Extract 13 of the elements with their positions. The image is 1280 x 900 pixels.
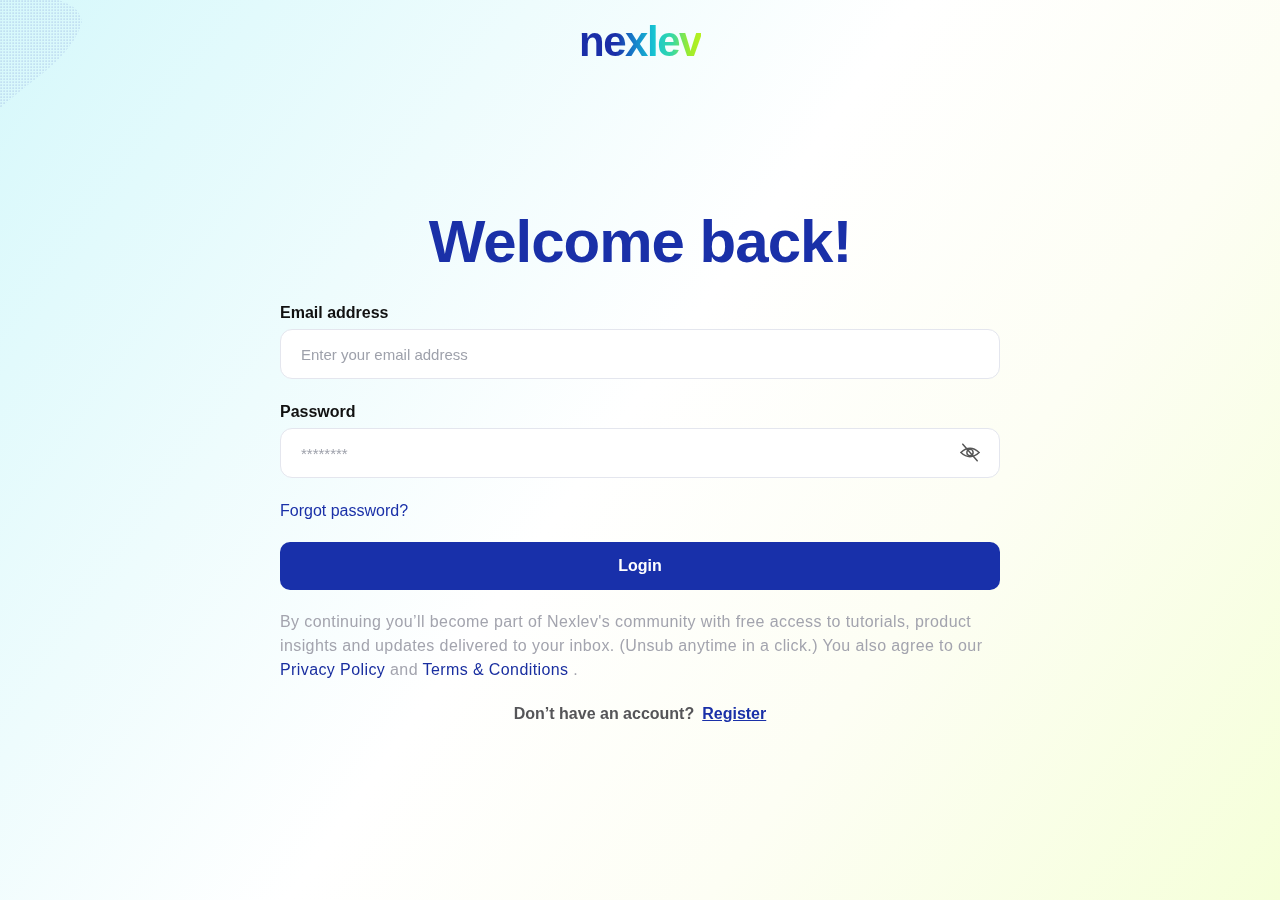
page-heading: Welcome back! <box>428 207 852 277</box>
register-link[interactable]: Register <box>702 703 767 725</box>
forgot-password-link[interactable]: Forgot password? <box>280 500 409 522</box>
register-prompt: Don’t have an account? <box>513 704 695 724</box>
email-field[interactable]: Enter your email address <box>280 329 1000 379</box>
policy-link[interactable]: Privacy Policy <box>280 661 386 678</box>
login-button[interactable]: Login <box>280 542 1000 590</box>
field-label: Email address <box>280 303 389 323</box>
consent-text: By continuing you’ll become part of Nexlev's community with free access to tutorials, product insights and updates delivered to your inbox. (Unsub anytime in a click.) You also agree to our Privacy Policy and Terms & Conditions . <box>280 612 984 680</box>
eye-slash-icon[interactable] <box>960 443 980 462</box>
password-field[interactable]: ******** <box>280 428 1000 478</box>
policy-link[interactable]: Terms & Conditions <box>422 661 569 678</box>
field-label: Password <box>280 402 356 422</box>
